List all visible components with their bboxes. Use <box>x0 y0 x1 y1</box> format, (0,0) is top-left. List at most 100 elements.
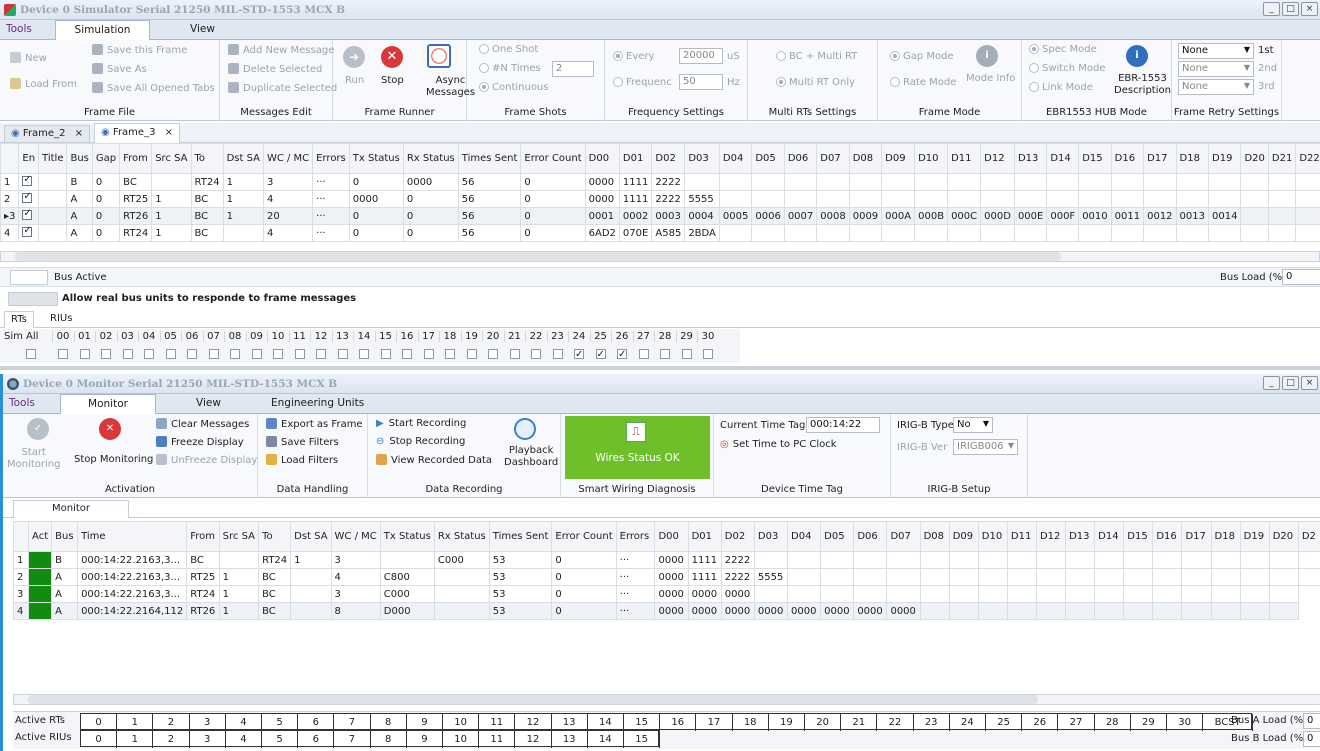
table-cell[interactable]: B <box>66 173 93 191</box>
column-header[interactable]: D20 <box>1268 521 1299 552</box>
column-header[interactable]: Times Sent <box>457 143 522 174</box>
table-cell[interactable] <box>1013 224 1048 242</box>
table-cell[interactable]: 0 <box>402 224 459 242</box>
load-filters-button[interactable]: Load Filters <box>266 454 338 466</box>
load-from-button[interactable]: Load From <box>10 78 77 90</box>
column-header[interactable]: D09 <box>881 143 916 174</box>
table-cell[interactable] <box>753 585 789 603</box>
column-header[interactable]: D03 <box>753 521 789 552</box>
column-header[interactable]: Time <box>77 521 188 552</box>
column-header[interactable]: D14 <box>1094 521 1125 552</box>
table-cell[interactable] <box>1240 190 1269 208</box>
table-cell[interactable] <box>1207 173 1242 191</box>
table-cell[interactable]: 0 <box>520 173 586 191</box>
start-recording-button[interactable]: ▶ Start Recording <box>376 418 466 429</box>
tab-rts[interactable]: RTs <box>4 311 34 328</box>
table-cell[interactable]: 0013 <box>1175 207 1210 225</box>
table-cell[interactable] <box>1268 602 1299 620</box>
table-cell[interactable]: 1111 <box>618 173 653 191</box>
rt-sim-checkbox[interactable] <box>423 349 434 359</box>
table-cell[interactable]: ··· <box>312 173 350 191</box>
table-cell[interactable]: ··· <box>615 568 656 586</box>
tab-frame-2[interactable]: ◉ Frame_2 × <box>4 125 91 143</box>
multi-rt-only-radio[interactable]: Multi RT Only <box>776 77 855 88</box>
table-cell[interactable]: 0000 <box>654 585 689 603</box>
table-cell[interactable] <box>980 173 1015 191</box>
run-button[interactable]: Run <box>345 75 364 86</box>
tab-monitor-grid[interactable]: Monitor <box>13 500 129 518</box>
column-header[interactable]: D02 <box>651 143 686 174</box>
table-cell[interactable]: ··· <box>615 602 656 620</box>
link-mode-radio[interactable]: Link Mode <box>1029 82 1093 93</box>
table-cell[interactable]: ··· <box>312 190 350 208</box>
table-cell[interactable] <box>948 551 979 569</box>
table-cell[interactable]: 0014 <box>1207 207 1242 225</box>
playback-dashboard-button[interactable]: Playback Dashboard <box>504 445 558 469</box>
table-cell[interactable] <box>948 585 979 603</box>
column-header[interactable]: D14 <box>1046 143 1080 174</box>
table-cell[interactable] <box>1094 551 1125 569</box>
table-cell[interactable] <box>1006 568 1037 586</box>
column-header[interactable]: D11 <box>1006 521 1037 552</box>
table-cell[interactable] <box>1152 585 1183 603</box>
n-times-radio[interactable]: #N Times <box>479 63 541 74</box>
table-cell[interactable] <box>433 585 490 603</box>
table-cell[interactable] <box>1207 190 1242 208</box>
table-cell[interactable] <box>853 551 888 569</box>
column-header[interactable]: Tx Status <box>379 521 435 552</box>
table-cell[interactable] <box>947 173 982 191</box>
current-time-input[interactable]: 000:14:22 <box>806 417 880 433</box>
table-cell[interactable] <box>947 190 982 208</box>
rt-sim-checkbox[interactable] <box>337 349 348 359</box>
table-cell[interactable]: 0 <box>348 173 404 191</box>
column-header[interactable]: D08 <box>919 521 950 552</box>
enable-cell[interactable] <box>18 224 40 242</box>
table-cell[interactable]: 3 <box>330 585 381 603</box>
table-cell[interactable]: 1111 <box>618 190 653 208</box>
table-cell[interactable]: 1111 <box>687 568 722 586</box>
set-time-pc-button[interactable]: ◎ Set Time to PC Clock <box>720 439 837 450</box>
rt-sim-checkbox[interactable] <box>595 349 606 359</box>
column-header[interactable]: D07 <box>886 521 921 552</box>
table-cell[interactable]: 0000 <box>687 602 722 620</box>
table-cell[interactable]: 0000 <box>753 602 789 620</box>
table-cell[interactable]: 0000 <box>720 585 755 603</box>
table-cell[interactable]: 0004 <box>684 207 720 225</box>
column-header[interactable]: Rx Status <box>402 143 459 174</box>
tab-frame-3[interactable]: ◉ Frame_3 × <box>94 123 181 143</box>
table-cell[interactable]: BC <box>186 551 220 569</box>
save-all-button[interactable]: Save All Opened Tabs <box>92 82 215 94</box>
monitor-tab-tools[interactable]: Tools <box>9 397 35 409</box>
monitor-message-row[interactable]: 4 A 000:14:22.2164,112 RT26 1 BC 8 D000 53 0 ··· 00… <box>13 602 1320 620</box>
monitor-tab-view[interactable]: View <box>196 397 221 409</box>
table-cell[interactable] <box>1035 551 1067 569</box>
enable-cell[interactable] <box>18 207 40 225</box>
rt-sim-checkbox[interactable] <box>316 349 326 359</box>
table-cell[interactable]: 000E <box>1013 207 1048 225</box>
column-header[interactable]: D01 <box>618 143 653 174</box>
table-cell[interactable] <box>1006 551 1037 569</box>
rt-sim-checkbox[interactable] <box>101 349 111 359</box>
table-cell[interactable]: 0000 <box>654 551 689 569</box>
table-cell[interactable] <box>718 190 753 208</box>
table-cell[interactable]: 0010 <box>1078 207 1112 225</box>
table-cell[interactable] <box>948 602 979 620</box>
column-header[interactable]: D12 <box>980 143 1015 174</box>
enable-checkbox[interactable] <box>22 209 33 220</box>
rt-sim-checkbox[interactable] <box>660 349 670 359</box>
column-header[interactable]: D13 <box>1065 521 1096 552</box>
table-cell[interactable] <box>433 602 490 620</box>
table-cell[interactable] <box>816 173 850 191</box>
column-header[interactable]: D17 <box>1143 143 1177 174</box>
table-cell[interactable]: 1 <box>218 585 260 603</box>
monitor-minimize-button[interactable]: _ <box>1263 376 1280 390</box>
table-cell[interactable]: A <box>66 224 93 242</box>
table-cell[interactable] <box>848 224 883 242</box>
every-radio[interactable]: Every <box>613 51 654 62</box>
irig-ver-select[interactable]: IRIGB006 ▼ <box>953 439 1018 455</box>
monitor-horizontal-scrollbar[interactable] <box>13 694 1320 705</box>
column-header[interactable]: WC / MC <box>330 521 381 552</box>
table-cell[interactable] <box>1240 173 1269 191</box>
table-cell[interactable]: 0002 <box>618 207 653 225</box>
table-cell[interactable]: 0 <box>551 602 617 620</box>
